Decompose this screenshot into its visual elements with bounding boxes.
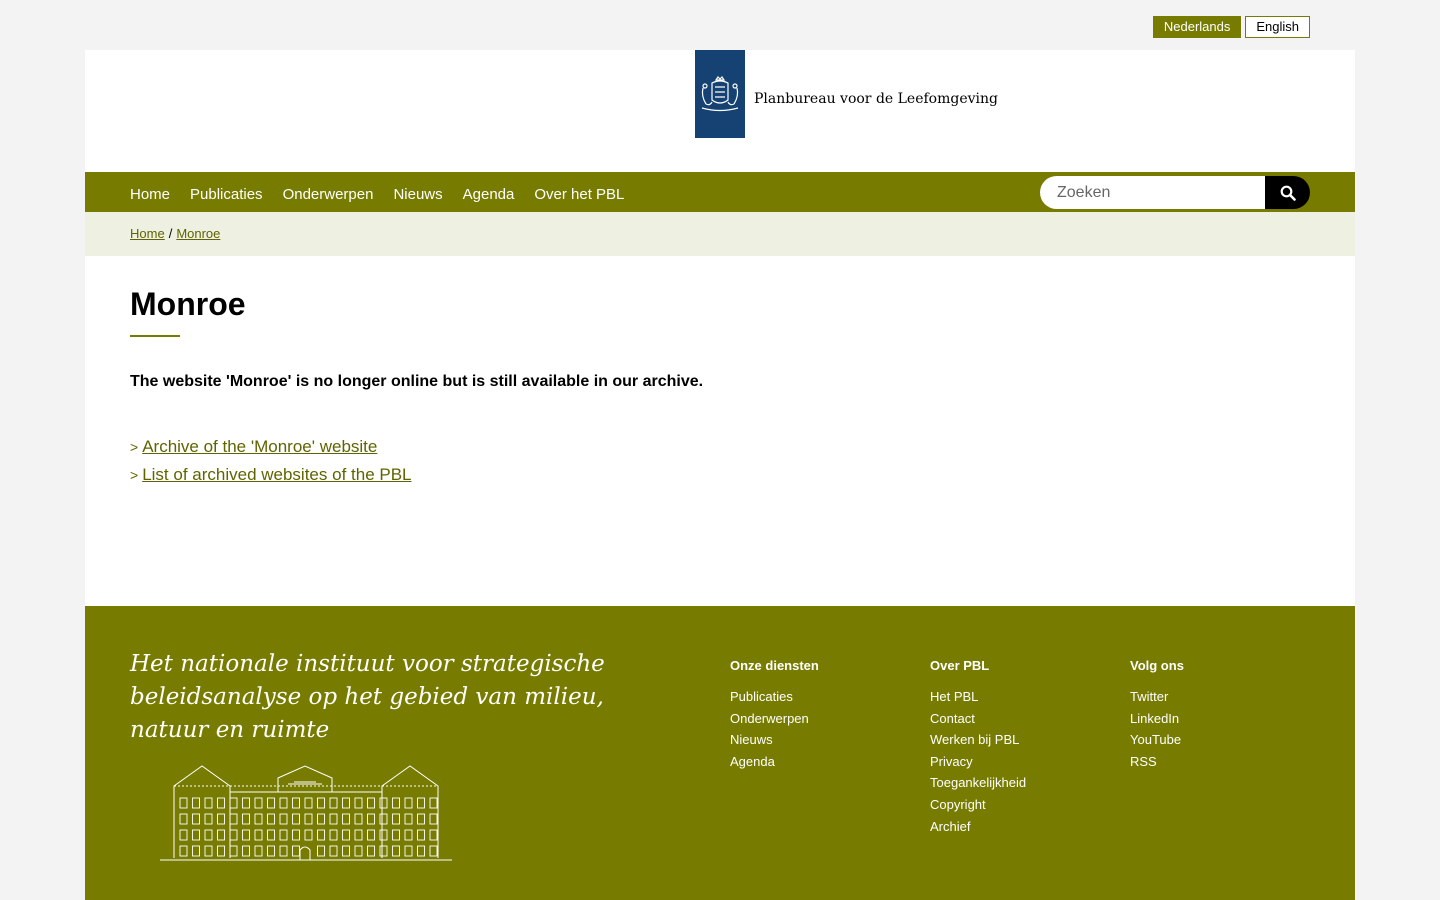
site-footer: Het nationale instituut voor strategisch… bbox=[85, 606, 1355, 900]
footer-link-agenda[interactable]: Agenda bbox=[730, 754, 775, 769]
footer-link-copyright[interactable]: Copyright bbox=[930, 797, 986, 812]
footer-link-nieuws[interactable]: Nieuws bbox=[730, 732, 773, 747]
title-underline bbox=[130, 335, 180, 337]
org-name: Planbureau voor de Leefomgeving bbox=[754, 91, 999, 107]
chevron-right-icon: > bbox=[130, 439, 139, 455]
logo-block bbox=[695, 50, 745, 138]
archive-notice: The website 'Monroe' is no longer online… bbox=[130, 373, 704, 390]
lang-english-button[interactable]: English bbox=[1245, 16, 1310, 38]
footer-link-toegankelijkheid[interactable]: Toegankelijkheid bbox=[930, 775, 1026, 790]
footer-link-linkedin[interactable]: LinkedIn bbox=[1130, 711, 1179, 726]
breadcrumb: Home / Monroe bbox=[85, 212, 1355, 256]
breadcrumb-current-link[interactable]: Monroe bbox=[176, 226, 220, 241]
footer-link-archief[interactable]: Archief bbox=[930, 819, 970, 834]
archive-links: > Archive of the 'Monroe' website > List o… bbox=[130, 433, 703, 489]
lang-nederlands-button[interactable]: Nederlands bbox=[1152, 16, 1242, 38]
footer-link-contact[interactable]: Contact bbox=[930, 711, 975, 726]
building-illustration bbox=[160, 765, 452, 861]
nav-item-nieuws[interactable]: Nieuws bbox=[393, 181, 442, 203]
footer-link-onderwerpen[interactable]: Onderwerpen bbox=[730, 711, 809, 726]
footer-link-publicaties[interactable]: Publicaties bbox=[730, 689, 793, 704]
language-switcher: Nederlands English bbox=[1152, 16, 1310, 38]
page-title: Monroe bbox=[130, 286, 246, 322]
archived-websites-list-link[interactable]: List of archived websites of the PBL bbox=[142, 465, 411, 484]
footer-column-onze-diensten: Onze diensten Publicaties Onderwerpen Ni… bbox=[730, 658, 819, 772]
nav-menu: Home Publicaties Onderwerpen Nieuws Agen… bbox=[130, 172, 624, 212]
footer-link-rss[interactable]: RSS bbox=[1130, 754, 1157, 769]
search-form bbox=[1040, 176, 1310, 209]
breadcrumb-separator: / bbox=[168, 226, 173, 241]
archive-website-link[interactable]: Archive of the 'Monroe' website bbox=[142, 437, 377, 456]
page-container: Planbureau voor de Leefomgeving Home Pub… bbox=[85, 50, 1355, 900]
footer-heading: Over PBL bbox=[930, 658, 990, 673]
link-row: > List of archived websites of the PBL bbox=[130, 461, 703, 489]
nav-item-onderwerpen[interactable]: Onderwerpen bbox=[283, 181, 374, 203]
footer-link-twitter[interactable]: Twitter bbox=[1130, 689, 1168, 704]
search-button[interactable] bbox=[1265, 176, 1310, 209]
footer-tagline: Het nationale instituut voor strategisch… bbox=[130, 651, 605, 743]
nav-item-agenda[interactable]: Agenda bbox=[463, 181, 515, 203]
footer-column-volg-ons: Volg ons Twitter LinkedIn YouTube RSS bbox=[1130, 658, 1184, 772]
footer-column-over-pbl: Over PBL Het PBL Contact Werken bij PBL … bbox=[930, 658, 1026, 837]
footer-link-youtube[interactable]: YouTube bbox=[1130, 732, 1181, 747]
nav-item-home[interactable]: Home bbox=[130, 181, 170, 203]
link-row: > Archive of the 'Monroe' website bbox=[130, 433, 703, 461]
chevron-right-icon: > bbox=[130, 467, 139, 483]
footer-heading: Onze diensten bbox=[730, 658, 819, 673]
nav-item-publicaties[interactable]: Publicaties bbox=[190, 181, 263, 203]
breadcrumb-home-link[interactable]: Home bbox=[130, 226, 165, 241]
main-navbar: Home Publicaties Onderwerpen Nieuws Agen… bbox=[85, 172, 1355, 212]
nav-item-over-het-pbl[interactable]: Over het PBL bbox=[534, 181, 624, 203]
search-icon bbox=[1280, 185, 1296, 201]
footer-link-werken-bij-pbl[interactable]: Werken bij PBL bbox=[930, 732, 1019, 747]
main-content: Monroe The website 'Monroe' is no longer… bbox=[130, 286, 703, 489]
footer-heading: Volg ons bbox=[1130, 658, 1184, 673]
footer-link-privacy[interactable]: Privacy bbox=[930, 754, 973, 769]
site-logo[interactable]: Planbureau voor de Leefomgeving bbox=[695, 50, 998, 138]
footer-link-het-pbl[interactable]: Het PBL bbox=[930, 689, 978, 704]
search-input[interactable] bbox=[1040, 176, 1265, 209]
coat-of-arms-icon bbox=[701, 76, 739, 112]
